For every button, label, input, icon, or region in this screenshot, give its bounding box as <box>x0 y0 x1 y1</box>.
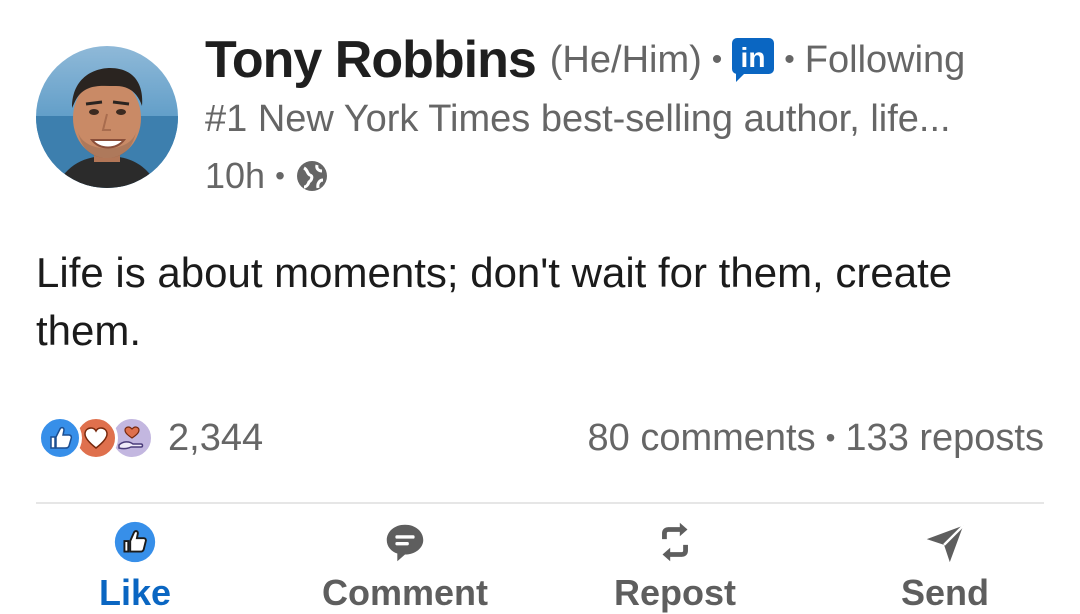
thumbs-up-icon <box>114 521 156 563</box>
send-button[interactable]: Send <box>845 518 1045 614</box>
reaction-count: 2,344 <box>168 416 264 459</box>
reaction-icons <box>38 414 158 462</box>
comment-icon <box>386 524 424 562</box>
engagement-counts: 80 comments • 133 reposts <box>588 414 1044 462</box>
like-reaction-icon <box>38 416 82 460</box>
comment-button[interactable]: Comment <box>305 518 505 614</box>
svg-text:in: in <box>741 42 766 73</box>
send-icon <box>926 524 965 563</box>
repost-button[interactable]: Repost <box>575 518 775 614</box>
author-pronouns: (He/Him) <box>549 38 702 81</box>
separator-dot: • <box>711 43 723 76</box>
author-avatar[interactable] <box>36 46 178 188</box>
action-bar: Like Comment Repost Send <box>0 518 1080 614</box>
linkedin-premium-icon: in <box>732 38 775 82</box>
like-button[interactable]: Like <box>35 518 235 614</box>
reactions-summary[interactable]: 2,344 <box>38 414 263 462</box>
post-meta: 10h • <box>205 154 329 198</box>
separator-dot: • <box>825 422 836 453</box>
follow-status[interactable]: Following <box>805 39 966 82</box>
repost-label: Repost <box>613 572 736 613</box>
comment-label: Comment <box>321 572 488 613</box>
author-line: Tony Robbins (He/Him) • in • Following <box>205 30 965 90</box>
profile-photo <box>36 46 178 188</box>
repost-icon <box>662 522 688 562</box>
post-time: 10h <box>205 155 266 196</box>
author-name[interactable]: Tony Robbins <box>205 30 537 90</box>
reposts-count[interactable]: 133 reposts <box>845 417 1044 460</box>
post-text: Life is about moments; don't wait for th… <box>36 249 953 354</box>
comments-count[interactable]: 80 comments <box>588 417 816 460</box>
separator-dot: • <box>275 160 285 191</box>
divider <box>36 502 1044 504</box>
send-label: Send <box>900 572 989 613</box>
like-label: Like <box>98 572 172 613</box>
globe-icon <box>295 159 329 193</box>
author-headline: #1 New York Times best-selling author, l… <box>205 98 951 140</box>
separator-dot: • <box>784 43 795 76</box>
